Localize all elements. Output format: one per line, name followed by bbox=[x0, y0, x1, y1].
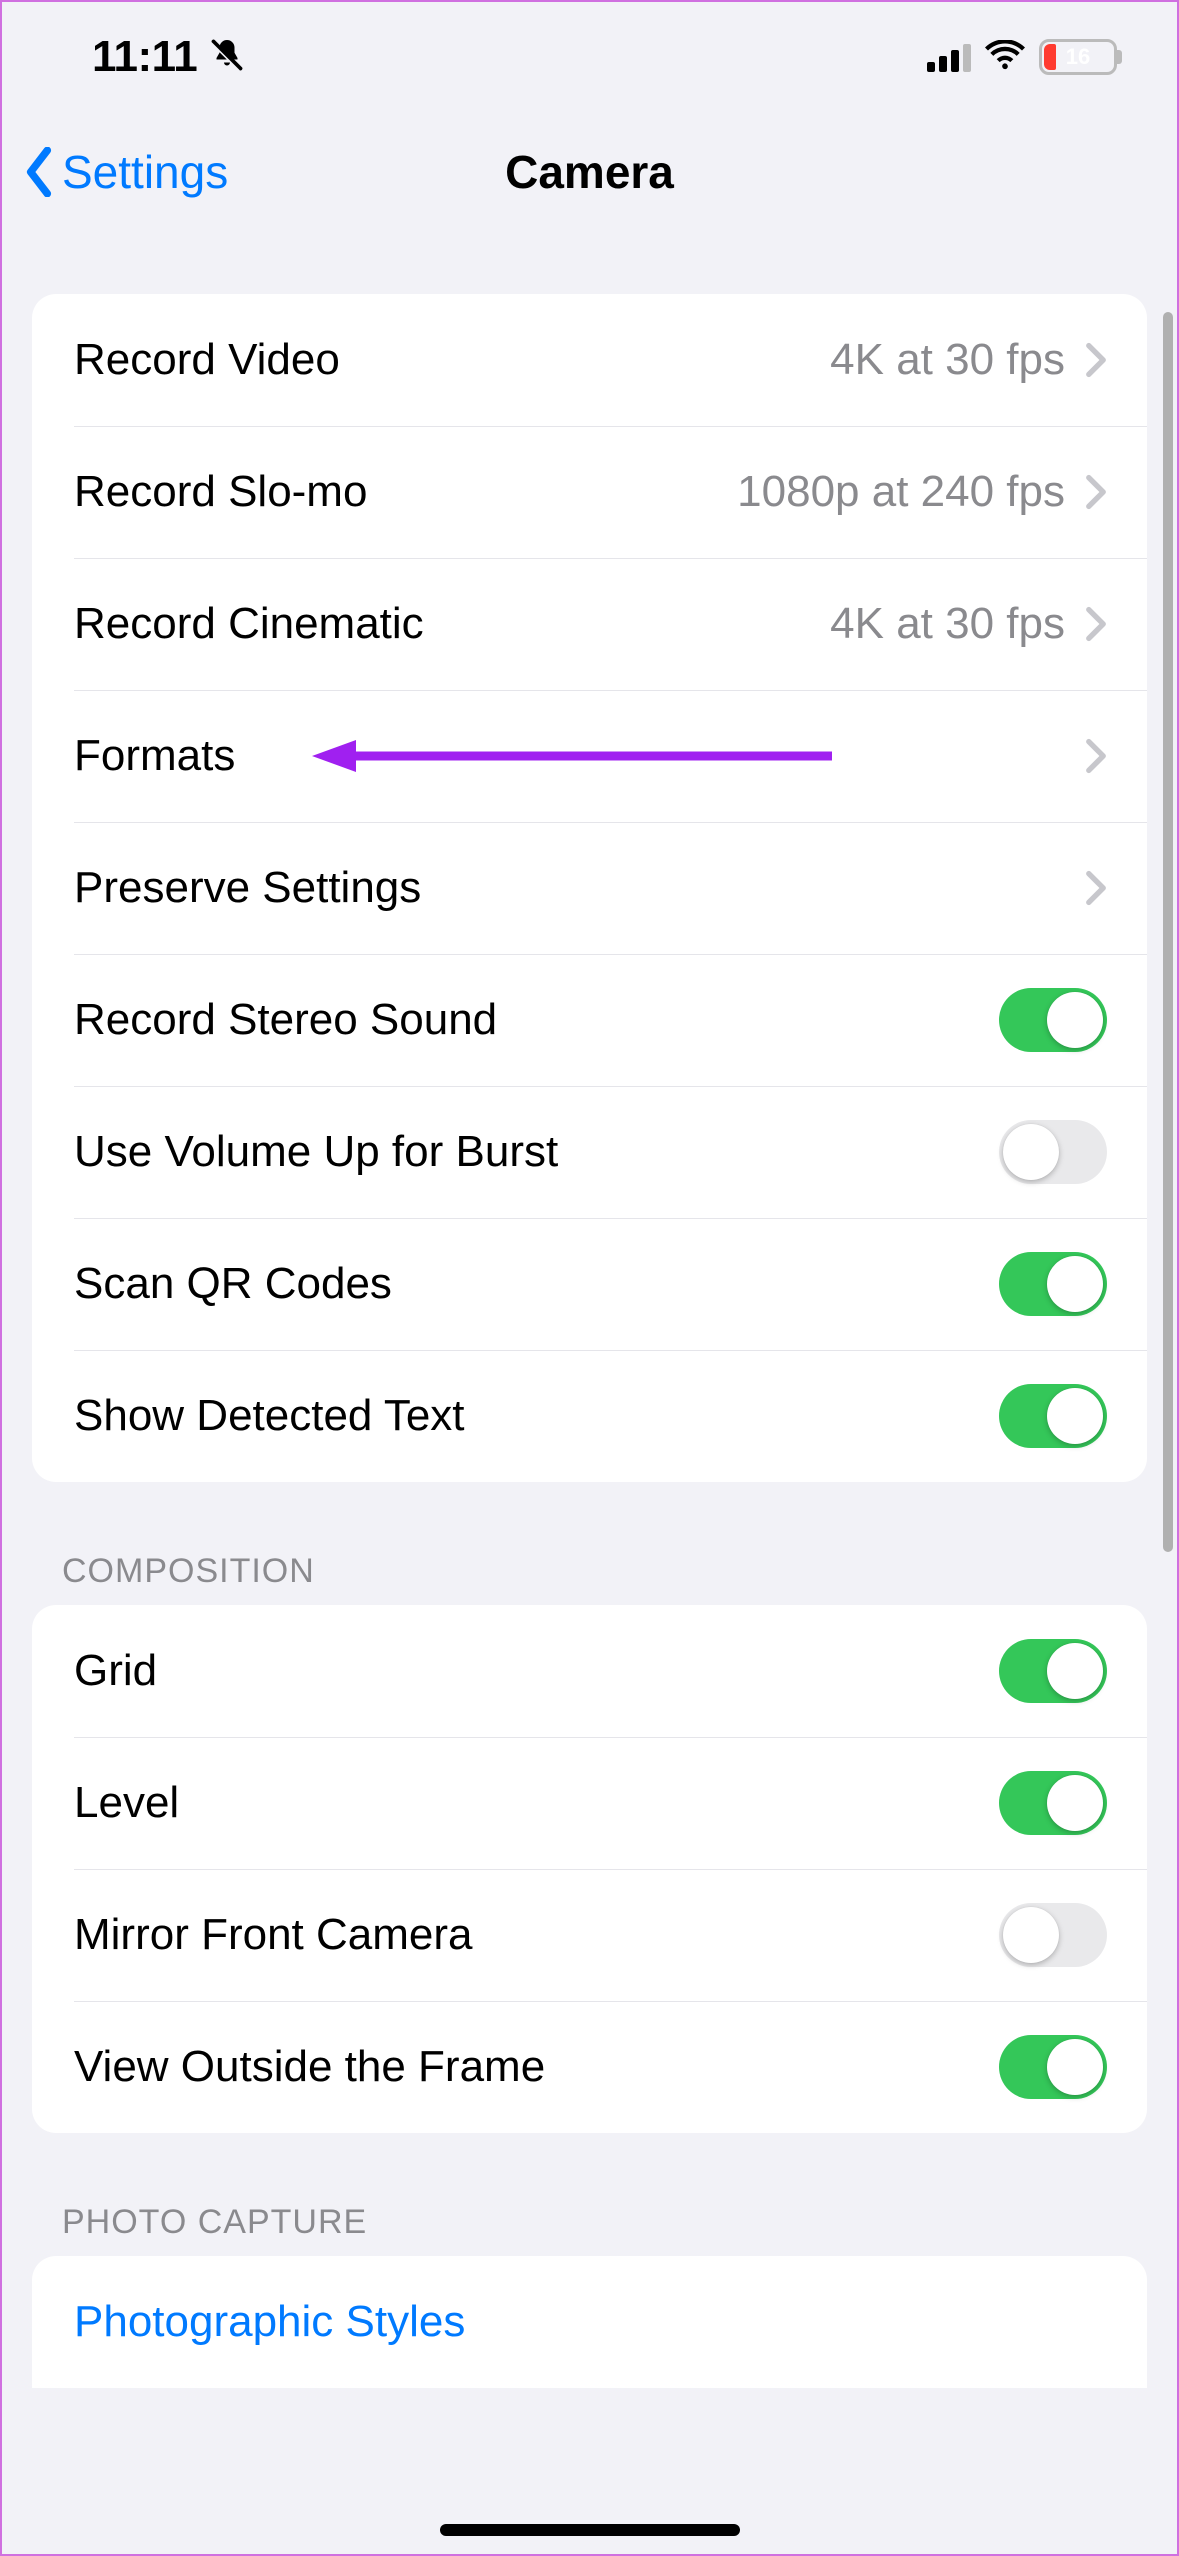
status-bar: 11:11 16 bbox=[2, 2, 1177, 112]
scroll-indicator[interactable] bbox=[1163, 312, 1173, 1552]
group-header-composition: COMPOSITION bbox=[62, 1552, 1117, 1591]
row-label: Show Detected Text bbox=[74, 1391, 999, 1441]
nav-header: Settings Camera bbox=[2, 112, 1177, 232]
row-label: Record Video bbox=[74, 335, 830, 385]
row-value: 1080p at 240 fps bbox=[737, 467, 1065, 517]
row-label: Record Slo-mo bbox=[74, 467, 737, 517]
row-preserve-settings[interactable]: Preserve Settings bbox=[32, 822, 1147, 954]
row-record-video[interactable]: Record Video 4K at 30 fps bbox=[32, 294, 1147, 426]
chevron-right-icon bbox=[1085, 342, 1107, 378]
row-label: Record Cinematic bbox=[74, 599, 830, 649]
status-time: 11:11 bbox=[92, 32, 197, 82]
back-button[interactable]: Settings bbox=[22, 145, 228, 199]
toggle-volume-up-burst[interactable] bbox=[999, 1120, 1107, 1184]
settings-group-main: Record Video 4K at 30 fps Record Slo-mo … bbox=[32, 294, 1147, 1482]
toggle-mirror-front-camera[interactable] bbox=[999, 1903, 1107, 1967]
row-record-stereo-sound: Record Stereo Sound bbox=[32, 954, 1147, 1086]
chevron-right-icon bbox=[1085, 738, 1107, 774]
status-right: 16 bbox=[927, 39, 1117, 75]
status-left: 11:11 bbox=[92, 32, 245, 82]
row-volume-up-burst: Use Volume Up for Burst bbox=[32, 1086, 1147, 1218]
page-title: Camera bbox=[505, 145, 674, 199]
chevron-right-icon bbox=[1085, 606, 1107, 642]
chevron-left-icon bbox=[22, 147, 56, 197]
row-formats[interactable]: Formats bbox=[32, 690, 1147, 822]
toggle-scan-qr-codes[interactable] bbox=[999, 1252, 1107, 1316]
toggle-record-stereo-sound[interactable] bbox=[999, 988, 1107, 1052]
row-value: 4K at 30 fps bbox=[830, 335, 1065, 385]
settings-group-composition: Grid Level Mirror Front Camera View Outs… bbox=[32, 1605, 1147, 2133]
row-label: Preserve Settings bbox=[74, 863, 1085, 913]
row-label: Mirror Front Camera bbox=[74, 1910, 999, 1960]
row-mirror-front-camera: Mirror Front Camera bbox=[32, 1869, 1147, 2001]
wifi-icon bbox=[985, 40, 1025, 75]
row-label: Record Stereo Sound bbox=[74, 995, 999, 1045]
row-show-detected-text: Show Detected Text bbox=[32, 1350, 1147, 1482]
bell-slash-icon bbox=[209, 37, 245, 78]
row-record-cinematic[interactable]: Record Cinematic 4K at 30 fps bbox=[32, 558, 1147, 690]
back-label: Settings bbox=[62, 145, 228, 199]
settings-group-photo-capture: Photographic Styles bbox=[32, 2256, 1147, 2388]
toggle-show-detected-text[interactable] bbox=[999, 1384, 1107, 1448]
row-view-outside-frame: View Outside the Frame bbox=[32, 2001, 1147, 2133]
row-level: Level bbox=[32, 1737, 1147, 1869]
row-label: Use Volume Up for Burst bbox=[74, 1127, 999, 1177]
battery-icon: 16 bbox=[1039, 39, 1117, 75]
group-header-photo-capture: PHOTO CAPTURE bbox=[62, 2203, 1117, 2242]
row-label: Scan QR Codes bbox=[74, 1259, 999, 1309]
toggle-grid[interactable] bbox=[999, 1639, 1107, 1703]
row-label: Formats bbox=[74, 731, 1085, 781]
row-scan-qr-codes: Scan QR Codes bbox=[32, 1218, 1147, 1350]
row-label: Grid bbox=[74, 1646, 999, 1696]
row-label: Photographic Styles bbox=[74, 2297, 1107, 2347]
row-label: View Outside the Frame bbox=[74, 2042, 999, 2092]
chevron-right-icon bbox=[1085, 870, 1107, 906]
chevron-right-icon bbox=[1085, 474, 1107, 510]
toggle-view-outside-frame[interactable] bbox=[999, 2035, 1107, 2099]
row-grid: Grid bbox=[32, 1605, 1147, 1737]
battery-percent: 16 bbox=[1042, 44, 1114, 70]
row-photographic-styles[interactable]: Photographic Styles bbox=[32, 2256, 1147, 2388]
home-indicator[interactable] bbox=[440, 2524, 740, 2536]
toggle-level[interactable] bbox=[999, 1771, 1107, 1835]
row-label: Level bbox=[74, 1778, 999, 1828]
cellular-icon bbox=[927, 42, 971, 72]
row-value: 4K at 30 fps bbox=[830, 599, 1065, 649]
row-record-slomo[interactable]: Record Slo-mo 1080p at 240 fps bbox=[32, 426, 1147, 558]
